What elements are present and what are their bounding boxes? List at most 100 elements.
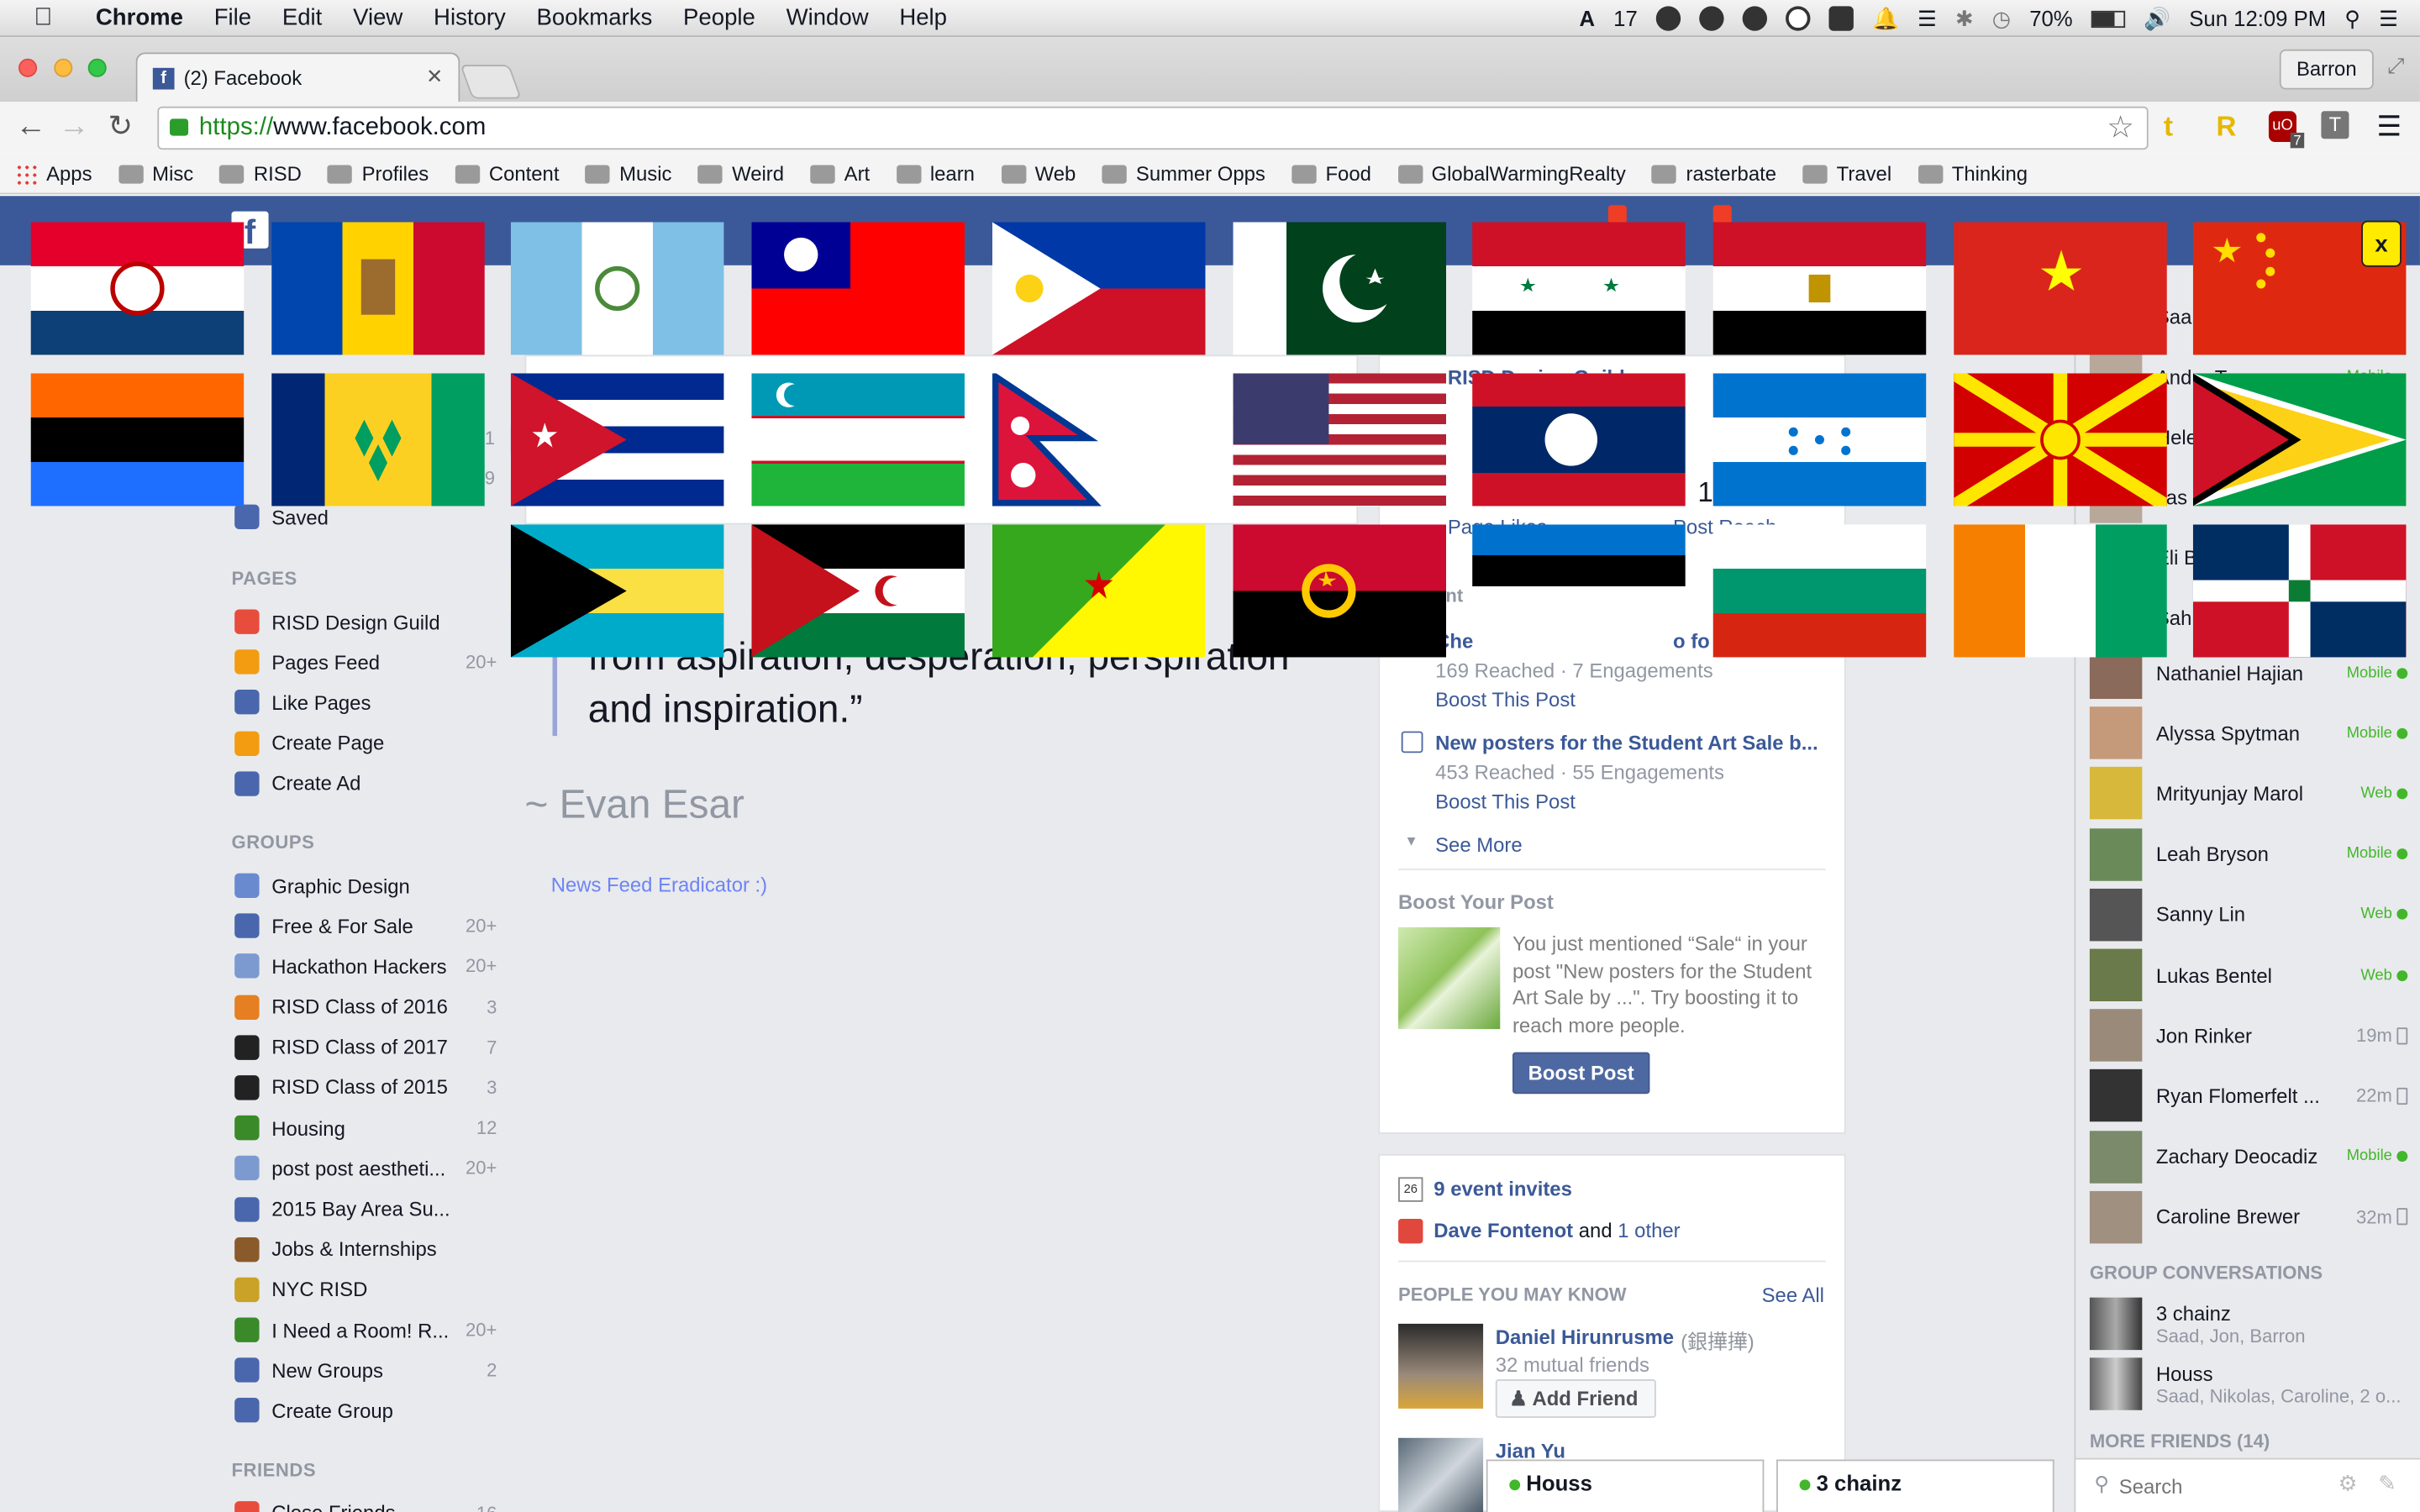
volume-icon[interactable]: 🔊 [2144,5,2170,31]
chat-contact[interactable]: Jon Rinker 19m [2089,1008,2414,1063]
group-item[interactable]: post post aestheti... 20+ [229,1148,507,1189]
post1-boost-link[interactable]: Boost This Post [1435,688,1576,711]
menu-history[interactable]: History [434,5,506,31]
page-item[interactable]: RISD Design Guild [229,601,507,642]
bookmark-apps[interactable]: Apps [15,162,92,185]
boost-post-button[interactable]: Boost Post [1512,1052,1650,1095]
app-status-icon[interactable] [1655,6,1681,31]
group-conversation[interactable]: Houss Saad, Nikolas, Caroline, 2 o... [2089,1356,2414,1411]
bookmark-star-icon[interactable]: ☆ [2107,108,2134,149]
group-item[interactable]: Jobs & Internships [229,1229,507,1269]
chrome-menu-icon[interactable]: ☰ [2377,111,2402,144]
add-friend-button[interactable]: ♟ Add Friend [1495,1379,1656,1418]
friend-list-item[interactable]: Close Friends 16 [229,1493,507,1512]
wifi-icon[interactable]: ☰ [1918,5,1937,31]
cloud-status-icon[interactable] [1699,6,1724,31]
pymk-avatar-2[interactable] [1398,1437,1484,1512]
extension-r-icon[interactable]: R [2217,111,2237,144]
menu-edit[interactable]: Edit [282,5,322,31]
chat-contact[interactable]: Ryan Flomerfelt ... 22m [2089,1068,2414,1124]
page-item[interactable]: Create Ad [229,764,507,804]
menu-view[interactable]: View [353,5,402,31]
chat-contact[interactable]: Alyssa Spytman Mobile [2089,706,2414,761]
spotlight-search-icon[interactable]: ⚲ [2344,5,2360,31]
chat-settings-icon[interactable]: ⚙ [2338,1470,2358,1496]
group-conversation[interactable]: 3 chainz Saad, Jon, Barron [2089,1296,2414,1352]
birthday-other-link[interactable]: 1 other [1618,1219,1680,1242]
apple-icon[interactable]:  [34,4,67,32]
pymk-name-link[interactable]: Daniel Hirunrusme [1496,1326,1674,1349]
notification-badge[interactable] [1712,205,1732,224]
close-window-button[interactable] [18,58,38,77]
tab-facebook[interactable]: f (2) Facebook ✕ [135,52,460,102]
see-all-link[interactable]: See All [1762,1284,1824,1307]
menu-bookmarks[interactable]: Bookmarks [537,5,653,31]
bookmark-folder[interactable]: learn [896,162,975,185]
bookmark-folder[interactable]: Music [585,162,671,185]
news-feed-eradicator-link[interactable]: News Feed Eradicator :) [551,874,767,897]
page-item[interactable]: Create Page [229,723,507,764]
chat-search-input[interactable] [2118,1468,2335,1503]
post2-boost-link[interactable]: Boost This Post [1435,790,1576,813]
see-more-link[interactable]: See More [1435,833,1523,857]
page-item[interactable]: Like Pages [229,683,507,723]
extension-t-icon[interactable]: t [2164,111,2173,144]
new-message-icon[interactable]: ✎ [2378,1470,2396,1496]
extension-text-icon[interactable]: T [2321,111,2349,139]
event-invites-link[interactable]: 9 event invites [1434,1177,1572,1200]
birthday-name-link[interactable]: Dave Fontenot [1434,1219,1573,1242]
friend-request-badge[interactable] [1607,205,1627,224]
group-item[interactable]: Free & For Sale 20+ [229,906,507,946]
bookmark-folder[interactable]: rasterbate [1652,162,1776,185]
close-tab-icon[interactable]: ✕ [426,65,443,89]
forward-arrow-icon[interactable]: → [59,109,90,144]
group-item[interactable]: I Need a Room! R... 20+ [229,1310,507,1350]
chat-tab-3-chainz[interactable]: 3 chainz [1776,1459,2054,1512]
adobe-icon[interactable]: A [1580,6,1596,30]
evernote-icon[interactable] [1828,6,1854,31]
group-item[interactable]: New Groups 2 [229,1350,507,1390]
chat-contact[interactable]: Sanny Lin Web [2089,887,2414,942]
chat-contact[interactable]: Leah Bryson Mobile [2089,827,2414,882]
menu-window[interactable]: Window [786,5,869,31]
menu-people[interactable]: People [683,5,755,31]
battery-percentage[interactable]: 70% [2029,6,2072,30]
bell-icon[interactable]: 🔔 [1872,5,1899,31]
chat-contact[interactable]: Mrityunjay Marol Web [2089,766,2414,822]
page-item[interactable]: Pages Feed 20+ [229,642,507,682]
bluetooth-icon[interactable]: ✱ [1955,5,1974,31]
group-item[interactable]: Housing 12 [229,1108,507,1148]
group-item[interactable]: 2015 Bay Area Su... [229,1189,507,1229]
back-arrow-icon[interactable]: ← [15,109,46,144]
menu-app-name[interactable]: Chrome [96,5,183,31]
pymk-avatar[interactable] [1398,1323,1484,1409]
bookmark-folder[interactable]: Profiles [328,162,429,185]
chat-tab-houss[interactable]: Houss [1486,1459,1765,1512]
group-item[interactable]: RISD Class of 2015 3 [229,1068,507,1108]
bookmark-folder[interactable]: Misc [118,162,193,185]
bookmark-folder[interactable]: Art [810,162,870,185]
record-status-icon[interactable] [1742,6,1768,31]
group-item[interactable]: Create Group [229,1391,507,1431]
address-bar[interactable]: https://www.facebook.com ☆ [157,106,2149,150]
sync-status-icon[interactable] [1786,6,1811,31]
overlay-close-button[interactable]: x [2361,220,2402,267]
menu-help[interactable]: Help [899,5,947,31]
time-machine-icon[interactable]: ◷ [1992,5,2011,31]
notification-center-icon[interactable]: ☰ [2379,5,2398,31]
battery-icon[interactable] [2091,9,2126,28]
new-tab-button[interactable] [460,65,522,99]
reload-icon[interactable]: ↻ [108,109,133,144]
bookmark-folder[interactable]: Web [1001,162,1076,185]
bookmark-folder[interactable]: Travel [1802,162,1891,185]
bookmark-folder[interactable]: Food [1292,162,1371,185]
chat-contact[interactable]: Lukas Bentel Web [2089,948,2414,1003]
bookmark-folder[interactable]: RISD [219,162,302,185]
fullscreen-icon[interactable]: ⤢ [2387,52,2405,78]
notification-count[interactable]: 17 [1613,6,1638,30]
menu-file[interactable]: File [214,5,251,31]
chat-contact[interactable]: Zachary Deocadiz Mobile [2089,1129,2414,1184]
group-item[interactable]: Hackathon Hackers 20+ [229,946,507,986]
post2-title[interactable]: New posters for the Student Art Sale b..… [1435,732,1818,755]
bookmark-folder[interactable]: Thinking [1918,162,2028,185]
